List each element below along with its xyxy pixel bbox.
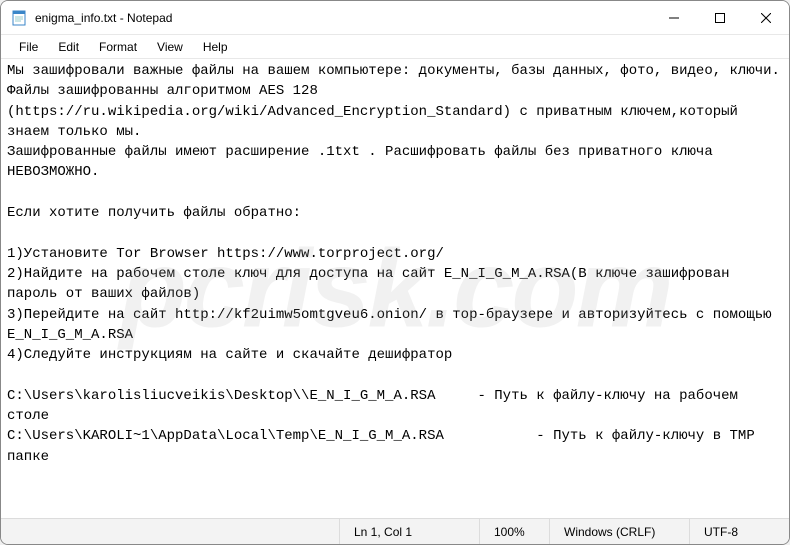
notepad-window: enigma_info.txt - Notepad File Edit Form… xyxy=(0,0,790,545)
text-content: Мы зашифровали важные файлы на вашем ком… xyxy=(7,63,780,465)
menu-format[interactable]: Format xyxy=(89,38,147,56)
titlebar[interactable]: enigma_info.txt - Notepad xyxy=(1,1,789,35)
notepad-icon xyxy=(11,10,27,26)
status-zoom: 100% xyxy=(479,519,549,544)
menu-help[interactable]: Help xyxy=(193,38,238,56)
status-encoding: UTF-8 xyxy=(689,519,789,544)
close-button[interactable] xyxy=(743,1,789,34)
menubar: File Edit Format View Help xyxy=(1,35,789,59)
menu-view[interactable]: View xyxy=(147,38,193,56)
window-title: enigma_info.txt - Notepad xyxy=(35,11,172,25)
statusbar: Ln 1, Col 1 100% Windows (CRLF) UTF-8 xyxy=(1,518,789,544)
text-area[interactable]: Мы зашифровали важные файлы на вашем ком… xyxy=(1,59,789,518)
minimize-icon xyxy=(669,13,679,23)
status-position: Ln 1, Col 1 xyxy=(339,519,479,544)
watermark: pcrisk.com xyxy=(120,209,671,369)
close-icon xyxy=(761,13,771,23)
minimize-button[interactable] xyxy=(651,1,697,34)
status-lineending: Windows (CRLF) xyxy=(549,519,689,544)
menu-file[interactable]: File xyxy=(9,38,48,56)
window-controls xyxy=(651,1,789,34)
maximize-button[interactable] xyxy=(697,1,743,34)
menu-edit[interactable]: Edit xyxy=(48,38,89,56)
maximize-icon xyxy=(715,13,725,23)
